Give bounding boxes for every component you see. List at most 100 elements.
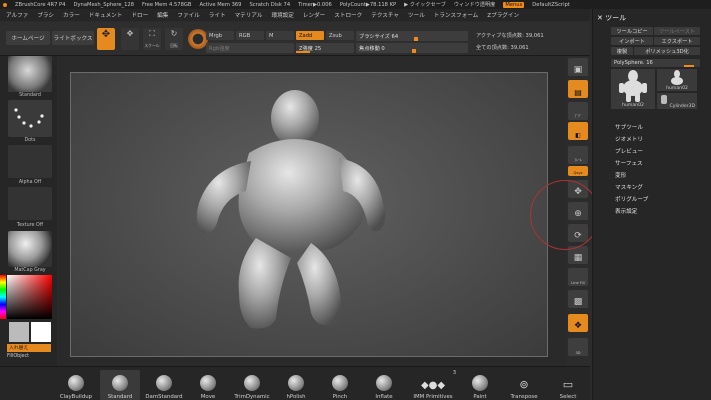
tool-thumb-cylinder[interactable]: Cylinder3D	[657, 93, 697, 109]
solo-button[interactable]: 3D	[568, 338, 588, 356]
texture-selector[interactable]	[8, 187, 52, 220]
menu-preferences[interactable]: 環境設定	[271, 11, 293, 19]
rgb-button[interactable]: RGB	[236, 31, 264, 40]
brush-hpolish[interactable]: hPolish	[276, 370, 316, 400]
draw-size-slider[interactable]: ブラシサイズ 64	[356, 31, 468, 41]
rgb-intensity-slider[interactable]: Rgb強度	[206, 43, 294, 53]
stroke-selector[interactable]	[8, 100, 52, 137]
left-tray: Standard Dots Alpha Off Texture Off MatC…	[0, 56, 57, 366]
claybuildup-icon	[68, 375, 84, 391]
fill-object-button[interactable]: FillObject	[7, 354, 29, 359]
tool-copy-button[interactable]: ツールコピー	[611, 27, 653, 35]
aahalf-button[interactable]: ◧	[568, 122, 588, 140]
m-button[interactable]: M	[266, 31, 294, 40]
menus-button[interactable]: Menus	[503, 1, 525, 8]
menu-file[interactable]: ファイル	[177, 11, 199, 19]
menu-color[interactable]: カラー	[63, 11, 80, 19]
hue-strip[interactable]	[0, 275, 6, 319]
render-icon: ▣	[573, 65, 583, 75]
window-transparency-button[interactable]: ウィンドウ透明度	[454, 1, 496, 8]
rotate-mode-button[interactable]: ↻ 回転	[165, 28, 183, 50]
menu-document[interactable]: ドキュメント	[89, 11, 123, 19]
zsub-button[interactable]: Zsub	[326, 31, 354, 40]
menu-draw[interactable]: ドロー	[131, 11, 148, 19]
menu-material[interactable]: マテリアル	[235, 11, 263, 19]
actual-button[interactable]: ﾌﾞｸﾞ	[568, 102, 588, 120]
geometry-menu[interactable]: ジオメトリ	[615, 135, 643, 143]
main-color-swatch[interactable]	[9, 322, 29, 342]
transp-button[interactable]: ▩	[568, 290, 588, 308]
alpha-selector[interactable]	[8, 145, 52, 178]
home-page-button[interactable]: ホームページ	[6, 31, 50, 45]
menu-tool[interactable]: ツール	[408, 11, 425, 19]
canvas[interactable]	[70, 72, 548, 357]
brush-paint[interactable]: Paint	[460, 370, 500, 400]
zadd-button[interactable]: Zadd	[296, 31, 324, 40]
brush-standard[interactable]: Standard	[100, 370, 140, 400]
menu-transform[interactable]: トランスフォーム	[434, 11, 478, 19]
brush-inflate[interactable]: Inflate	[364, 370, 404, 400]
masking-menu[interactable]: マスキング	[615, 183, 643, 191]
menu-zplugin[interactable]: Zプラグイン	[487, 11, 519, 19]
mrgb-button[interactable]: Mrgb	[206, 31, 234, 40]
subtool-menu[interactable]: サブツール	[615, 123, 643, 131]
menu-brush[interactable]: ブラシ	[37, 11, 54, 19]
sculpt-figure	[196, 90, 386, 329]
brush-imm-primitives[interactable]: ◆●◆ IMM Primitives 3	[408, 370, 458, 400]
brush-select[interactable]: ▭ Select	[548, 370, 588, 400]
clone-button[interactable]: 複製	[611, 47, 633, 55]
tool-paste-button[interactable]: ツールペースト	[654, 27, 700, 35]
focal-shift-slider[interactable]: 焦点移動 0	[356, 43, 468, 53]
active-mem: Active Mem 369	[199, 1, 242, 8]
tool-thumb-human-small[interactable]: human02	[657, 69, 697, 91]
menu-alpha[interactable]: アルファ	[6, 11, 28, 19]
brush-name: Standard	[19, 93, 41, 98]
frame-button[interactable]: ﾌﾚｰﾑ	[568, 146, 588, 164]
brush-move[interactable]: Move	[188, 370, 228, 400]
current-tool-label[interactable]: PolySphere. 16	[611, 59, 700, 67]
tool-thumb-human[interactable]: human02	[611, 69, 655, 109]
brush-transpose[interactable]: ⊚ Transpose	[504, 370, 544, 400]
scale-icon: ⛶	[149, 29, 155, 38]
close-palette-icon[interactable]: ✕	[597, 14, 603, 22]
menu-edit[interactable]: 編集	[157, 11, 168, 19]
dynamic-button[interactable]: ❖	[568, 314, 588, 332]
stroke-name: Dots	[24, 138, 36, 143]
free-mem: Free Mem 4.578GB	[142, 1, 192, 8]
polygroups-menu[interactable]: ポリグループ	[615, 195, 648, 203]
export-button[interactable]: エクスポート	[654, 37, 700, 45]
brush-claybuildup[interactable]: ClayBuildup	[56, 370, 96, 400]
color-picker[interactable]	[7, 275, 52, 319]
brush-pinch[interactable]: Pinch	[320, 370, 360, 400]
deformation-menu[interactable]: 変形	[615, 171, 626, 179]
scale-mode-button[interactable]: ⛶ スケール	[143, 28, 161, 50]
brush-damstandard[interactable]: DamStandard	[144, 370, 184, 400]
material-selector[interactable]	[8, 231, 52, 267]
brush-selector[interactable]	[8, 56, 52, 92]
menu-stroke[interactable]: ストローク	[334, 11, 362, 19]
menu-render[interactable]: レンダー	[303, 11, 325, 19]
surface-menu[interactable]: サーフェス	[615, 159, 643, 167]
display-properties-menu[interactable]: 表示設定	[615, 207, 637, 215]
qxyz-button[interactable]: Qxyz	[568, 166, 588, 176]
line-fill-button[interactable]: Line Fill	[568, 268, 588, 286]
menu-texture[interactable]: テクスチャ	[371, 11, 399, 19]
gyro-icon[interactable]	[188, 29, 208, 49]
select-icon: ▭	[562, 378, 574, 391]
make-polymesh-button[interactable]: ポリメッシュ3D化	[634, 47, 700, 55]
default-script-label[interactable]: DefaultZScript	[532, 2, 570, 8]
bpr-button[interactable]: ▣	[568, 58, 588, 76]
import-button[interactable]: インポート	[611, 37, 653, 45]
secondary-color-swatch[interactable]	[31, 322, 51, 342]
scroll-button[interactable]: ▤	[568, 80, 588, 98]
draw-mode-button[interactable]: ✥	[97, 28, 115, 50]
z-intensity-slider[interactable]: Z強度 25	[296, 43, 354, 53]
move-mode-button[interactable]: ✥	[121, 28, 139, 50]
preview-menu[interactable]: プレビュー	[615, 147, 643, 155]
menu-light[interactable]: ライト	[209, 11, 226, 19]
brush-trimdynamic[interactable]: TrimDynamic	[232, 370, 272, 400]
move-icon: ✥	[126, 29, 134, 38]
lightbox-button[interactable]: ライトボックス	[52, 31, 94, 45]
quicksave-button[interactable]: ▶ クイックセーブ	[404, 1, 446, 8]
switch-color-button[interactable]: 入れ替え	[7, 344, 51, 352]
